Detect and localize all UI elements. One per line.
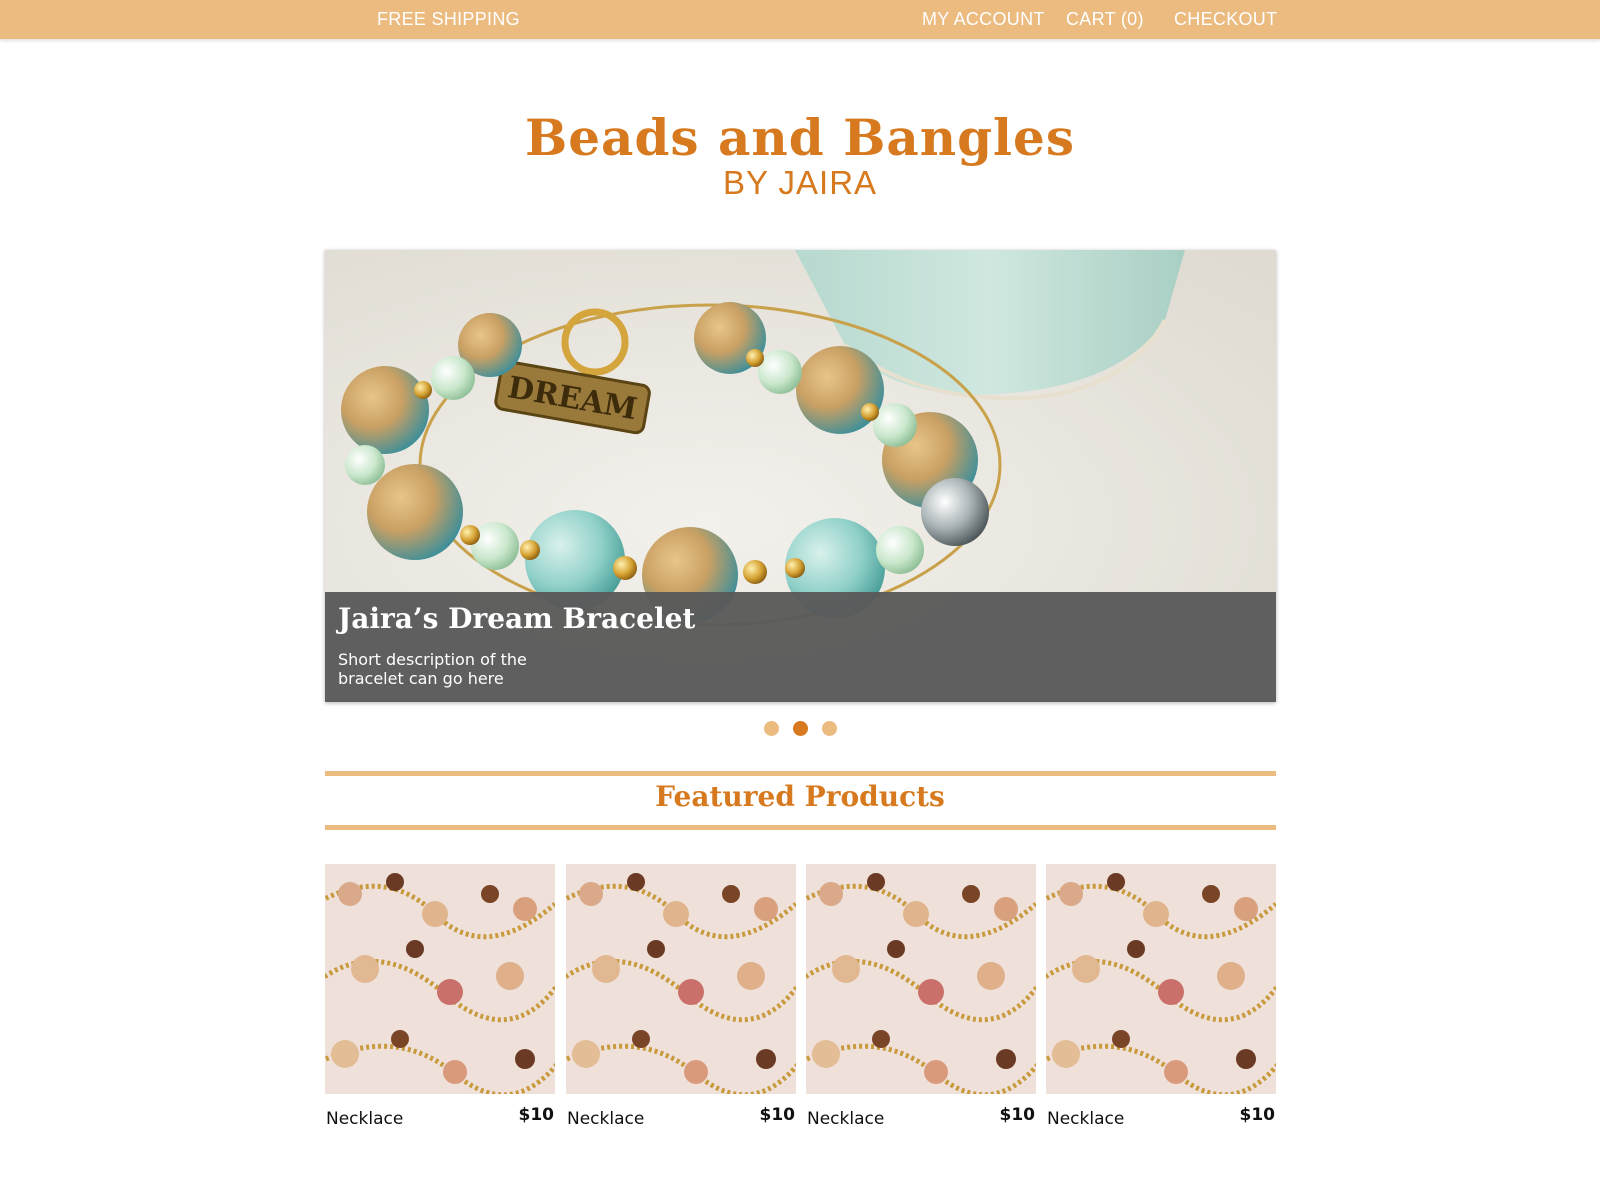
product-card[interactable]: Necklace $10 <box>1046 864 1276 1134</box>
featured-top-divider <box>325 771 1276 776</box>
top-bar: FREE SHIPPING MY ACCOUNT CART (0) CHECKO… <box>0 0 1600 39</box>
my-account-link[interactable]: MY ACCOUNT <box>922 9 1045 30</box>
slide-dot-icon[interactable] <box>763 721 779 736</box>
product-name[interactable]: Necklace <box>326 1109 403 1129</box>
slide-dot-icon[interactable] <box>821 721 837 736</box>
hero-caption-description: Short description of the bracelet can go… <box>338 650 527 688</box>
product-name[interactable]: Necklace <box>567 1109 644 1129</box>
slide-dot-icon[interactable] <box>792 721 808 736</box>
site-logo-subtitle: BY JAIRA <box>722 164 878 201</box>
hero-caption-title[interactable]: Jaira’s Dream Bracelet <box>338 602 695 635</box>
product-image[interactable] <box>806 864 1036 1094</box>
product-price: $10 <box>759 1105 796 1125</box>
product-price: $10 <box>518 1105 555 1125</box>
hero-caption: Jaira’s Dream Bracelet Short description… <box>325 592 1276 702</box>
hero-slider[interactable]: DREAM Jaira’s Dream Bracelet Short descr… <box>325 250 1276 702</box>
product-image[interactable] <box>325 864 555 1094</box>
cart-link[interactable]: CART (0) <box>1066 9 1144 30</box>
product-name[interactable]: Necklace <box>807 1109 884 1129</box>
checkout-link[interactable]: CHECKOUT <box>1174 9 1277 30</box>
featured-products-heading: Featured Products <box>655 780 945 813</box>
site-logo-title[interactable]: Beads and Bangles <box>0 108 1600 167</box>
product-image[interactable] <box>1046 864 1276 1094</box>
slider-dots <box>0 721 1600 737</box>
product-card[interactable]: Necklace $10 <box>325 864 555 1134</box>
product-price: $10 <box>999 1105 1036 1125</box>
product-card[interactable]: Necklace $10 <box>566 864 796 1134</box>
product-name[interactable]: Necklace <box>1047 1109 1124 1129</box>
free-shipping-link[interactable]: FREE SHIPPING <box>377 9 520 30</box>
featured-bottom-divider <box>325 825 1276 830</box>
product-card[interactable]: Necklace $10 <box>806 864 1036 1134</box>
product-image[interactable] <box>566 864 796 1094</box>
product-price: $10 <box>1239 1105 1276 1125</box>
